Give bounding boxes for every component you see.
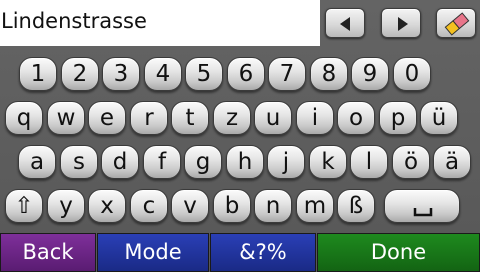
key-w[interactable]: w	[47, 101, 85, 135]
key-label: h	[237, 149, 253, 175]
key-0[interactable]: 0	[393, 57, 431, 91]
key-label: 5	[196, 61, 212, 87]
key-h[interactable]: h	[226, 145, 264, 179]
key-label: w	[56, 105, 76, 131]
key-label: l	[365, 149, 373, 175]
key-b[interactable]: b	[213, 189, 251, 223]
key-m[interactable]: m	[296, 189, 334, 223]
key-j[interactable]: j	[267, 145, 305, 179]
key-label: r	[144, 105, 154, 131]
key-p[interactable]: p	[379, 101, 417, 135]
key-t[interactable]: t	[171, 101, 209, 135]
key-8[interactable]: 8	[310, 57, 348, 91]
keyboard-screen: Lindenstrasse 1234567890 qwe r t zu i opü a s d f g…	[0, 0, 480, 272]
input-text: Lindenstrasse	[1, 9, 147, 33]
key-label: o	[348, 105, 364, 131]
key-label: t	[185, 105, 195, 131]
key-o[interactable]: o	[337, 101, 375, 135]
key-label: ö	[403, 149, 419, 175]
cursor-right-icon	[398, 17, 408, 31]
key-label: k	[321, 149, 335, 175]
key-label: 4	[155, 61, 171, 87]
key-label: 3	[113, 61, 129, 87]
done-button[interactable]: Done	[317, 233, 480, 272]
key-l[interactable]: l	[350, 145, 388, 179]
key-u[interactable]: u	[254, 101, 292, 135]
key-9[interactable]: 9	[351, 57, 389, 91]
key-3[interactable]: 3	[102, 57, 140, 91]
key-label: 0	[404, 61, 420, 87]
key-label: e	[99, 105, 115, 131]
key-a[interactable]: a	[18, 145, 56, 179]
key-label: s	[73, 149, 85, 175]
key-ä[interactable]: ä	[433, 145, 471, 179]
eraser-icon	[444, 12, 470, 36]
key-label: 6	[238, 61, 254, 87]
mode-button[interactable]: Mode	[97, 233, 209, 272]
key-label: x	[100, 193, 114, 219]
key-2[interactable]: 2	[61, 57, 99, 91]
symbols-button[interactable]: &?%	[210, 233, 316, 272]
key-label: ü	[431, 105, 447, 131]
cursor-left-button[interactable]	[325, 8, 365, 38]
key-x[interactable]: x	[88, 189, 126, 223]
text-input-field[interactable]: Lindenstrasse	[0, 0, 320, 46]
key-g[interactable]: g	[184, 145, 222, 179]
key-label: 9	[362, 61, 378, 87]
key-label: a	[29, 149, 45, 175]
key-7[interactable]: 7	[268, 57, 306, 91]
key-label: 7	[279, 61, 295, 87]
key-label: u	[265, 105, 281, 131]
key-label: v	[183, 193, 197, 219]
key-d[interactable]: d	[101, 145, 139, 179]
key-ß[interactable]: ß	[337, 189, 375, 223]
key-e[interactable]: e	[88, 101, 126, 135]
key-label: ß	[348, 193, 364, 219]
key-y[interactable]: y	[47, 189, 85, 223]
key-label: c	[142, 193, 156, 219]
space-bar-icon	[413, 208, 433, 217]
key-label: i	[311, 105, 319, 131]
key-label: j	[282, 149, 290, 175]
space-key[interactable]	[384, 189, 460, 223]
key-f[interactable]: f	[143, 145, 181, 179]
key-r[interactable]: r	[130, 101, 168, 135]
key-label: d	[112, 149, 128, 175]
key-q[interactable]: q	[5, 101, 43, 135]
key-label: 1	[30, 61, 46, 87]
key-c[interactable]: c	[130, 189, 168, 223]
key-1[interactable]: 1	[19, 57, 57, 91]
key-z[interactable]: z	[213, 101, 251, 135]
key-s[interactable]: s	[60, 145, 98, 179]
key-label: q	[16, 105, 32, 131]
key-label: y	[59, 193, 73, 219]
key-n[interactable]: n	[254, 189, 292, 223]
key-label: g	[195, 149, 211, 175]
key-label: b	[224, 193, 240, 219]
key-v[interactable]: v	[171, 189, 209, 223]
key-label: m	[303, 193, 327, 219]
key-label: 2	[72, 61, 88, 87]
key-i[interactable]: i	[296, 101, 334, 135]
key-label: n	[265, 193, 281, 219]
cursor-left-icon	[340, 17, 350, 31]
key-label: f	[157, 149, 167, 175]
key-4[interactable]: 4	[144, 57, 182, 91]
shift-key[interactable]: ⇧	[5, 189, 43, 223]
key-label: ä	[444, 149, 460, 175]
key-label: z	[225, 105, 239, 131]
key-k[interactable]: k	[309, 145, 347, 179]
key-label: p	[390, 105, 406, 131]
erase-button[interactable]	[436, 8, 476, 38]
key-6[interactable]: 6	[227, 57, 265, 91]
back-button[interactable]: Back	[0, 233, 96, 272]
cursor-right-button[interactable]	[381, 8, 421, 38]
shift-icon: ⇧	[14, 193, 34, 219]
key-ü[interactable]: ü	[420, 101, 458, 135]
key-ö[interactable]: ö	[392, 145, 430, 179]
key-5[interactable]: 5	[185, 57, 223, 91]
key-label: 8	[321, 61, 337, 87]
